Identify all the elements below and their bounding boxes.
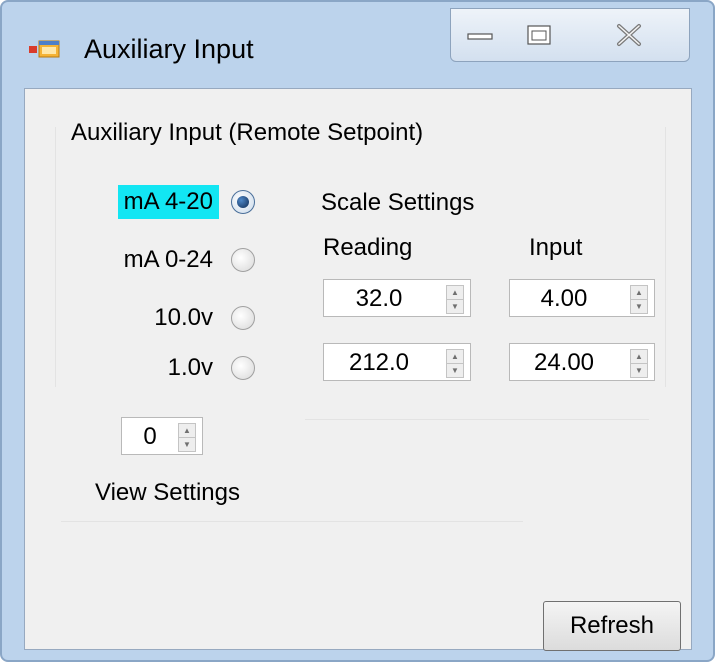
- spin-down-icon[interactable]: ▼: [447, 363, 463, 377]
- spinner-buttons[interactable]: ▲ ▼: [446, 285, 464, 314]
- group-border: [55, 127, 56, 387]
- close-button[interactable]: [569, 8, 690, 62]
- spinner-value[interactable]: 4.00: [516, 285, 612, 313]
- reading-spinner-1[interactable]: 32.0 ▲ ▼: [323, 279, 471, 317]
- spin-down-icon[interactable]: ▼: [631, 363, 647, 377]
- maximize-icon: [527, 25, 551, 45]
- group-title: Auxiliary Input (Remote Setpoint): [71, 119, 424, 146]
- radio-label: mA 4-20: [117, 185, 219, 219]
- spin-up-icon[interactable]: ▲: [631, 286, 647, 299]
- spinner-value[interactable]: 0: [128, 423, 172, 451]
- divider: [305, 419, 649, 420]
- input-header: Input: [529, 234, 583, 261]
- input-spinner-1[interactable]: 4.00 ▲ ▼: [509, 279, 655, 317]
- spinner-buttons[interactable]: ▲ ▼: [178, 423, 196, 452]
- scale-settings-title: Scale Settings: [321, 189, 475, 216]
- input-spinner-2[interactable]: 24.00 ▲ ▼: [509, 343, 655, 381]
- spinner-value[interactable]: 32.0: [330, 285, 428, 313]
- radio-10v[interactable]: 10.0v: [148, 301, 255, 335]
- spinner-value[interactable]: 212.0: [330, 349, 428, 377]
- radio-1v[interactable]: 1.0v: [162, 351, 255, 385]
- spin-down-icon[interactable]: ▼: [179, 437, 195, 451]
- title-bar[interactable]: Auxiliary Input: [2, 2, 713, 88]
- window-title: Auxiliary Input: [84, 34, 254, 64]
- group-border: [665, 127, 666, 387]
- refresh-button[interactable]: Refresh: [543, 601, 681, 651]
- spin-up-icon[interactable]: ▲: [447, 286, 463, 299]
- view-settings-label: View Settings: [95, 479, 240, 506]
- maximize-button[interactable]: [509, 8, 570, 62]
- radio-button[interactable]: [231, 306, 255, 330]
- client-area: Auxiliary Input (Remote Setpoint) mA 4-2…: [24, 88, 692, 651]
- view-settings-spinner[interactable]: 0 ▲ ▼: [121, 417, 203, 455]
- spin-down-icon[interactable]: ▼: [447, 299, 463, 313]
- close-icon: [617, 24, 641, 46]
- radio-ma-4-20[interactable]: mA 4-20: [117, 185, 255, 219]
- spinner-buttons[interactable]: ▲ ▼: [630, 349, 648, 378]
- spinner-buttons[interactable]: ▲ ▼: [630, 285, 648, 314]
- radio-label: 1.0v: [167, 354, 213, 381]
- radio-ma-0-24[interactable]: mA 0-24: [118, 243, 255, 277]
- radio-button[interactable]: [231, 356, 255, 380]
- divider: [61, 521, 523, 522]
- radio-label: 10.0v: [154, 304, 213, 331]
- radio-button-selected[interactable]: [231, 190, 255, 214]
- spin-up-icon[interactable]: ▲: [631, 350, 647, 363]
- auxiliary-input-window: Auxiliary Input Auxiliary Input (Remote …: [0, 0, 715, 662]
- radio-label: mA 0-24: [123, 246, 213, 273]
- minimize-button[interactable]: [450, 8, 510, 62]
- radio-button[interactable]: [231, 248, 255, 272]
- spinner-value[interactable]: 24.00: [516, 349, 612, 377]
- reading-header: Reading: [323, 234, 413, 261]
- spinner-buttons[interactable]: ▲ ▼: [446, 349, 464, 378]
- spin-up-icon[interactable]: ▲: [179, 424, 195, 437]
- app-icon: [29, 36, 61, 60]
- reading-spinner-2[interactable]: 212.0 ▲ ▼: [323, 343, 471, 381]
- spin-down-icon[interactable]: ▼: [631, 299, 647, 313]
- spin-up-icon[interactable]: ▲: [447, 350, 463, 363]
- minimize-icon: [467, 33, 493, 40]
